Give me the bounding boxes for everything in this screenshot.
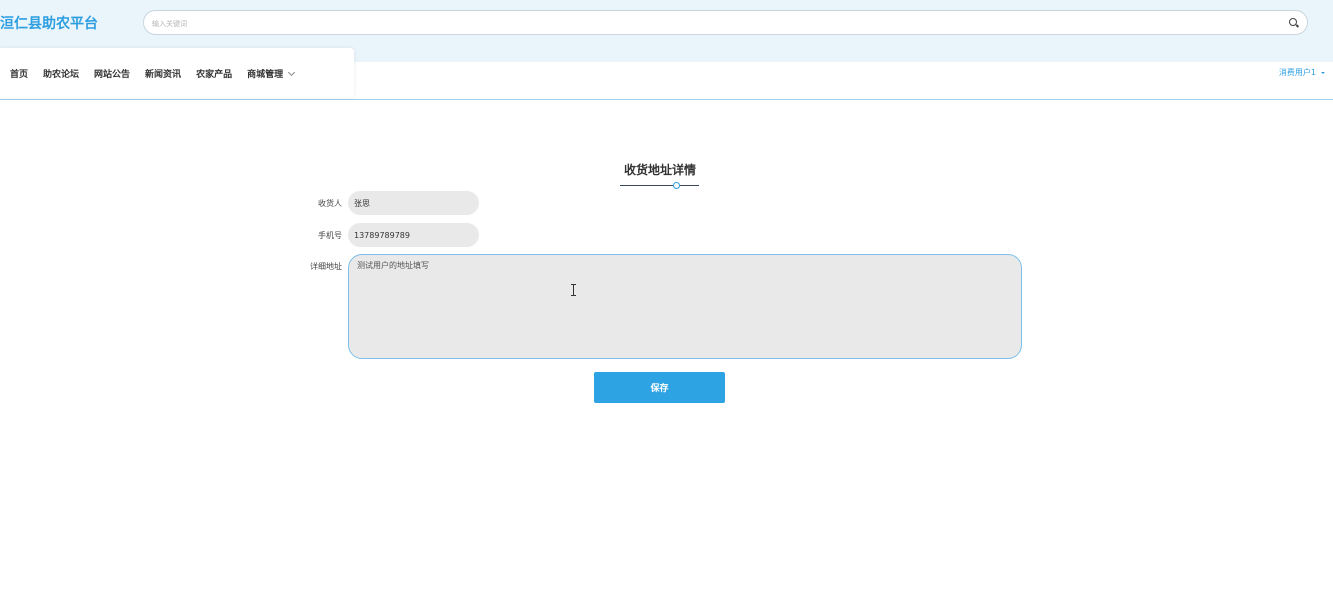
save-button[interactable]: 保存 (594, 372, 725, 403)
nav-item-forum[interactable]: 助农论坛 (43, 67, 79, 80)
title-underline (620, 185, 699, 186)
search-input[interactable] (150, 14, 1274, 34)
nav-item-news[interactable]: 新闻资讯 (145, 67, 181, 80)
site-logo[interactable]: 洹仁县助农平台 (0, 13, 98, 33)
title-dot-icon (673, 182, 680, 189)
nav-item-products[interactable]: 农家产品 (196, 67, 232, 80)
nav-item-announcements[interactable]: 网站公告 (94, 67, 130, 80)
user-menu[interactable]: 消费用户1 (1279, 67, 1325, 78)
nav-item-mall-management-label: 商城管理 (247, 70, 284, 80)
receiver-input[interactable] (348, 191, 479, 215)
phone-label: 手机号 (318, 231, 342, 240)
address-textarea[interactable]: 测试用户的地址填写 (348, 254, 1022, 359)
chevron-down-icon (288, 68, 296, 76)
address-label: 详细地址 (310, 262, 342, 271)
nav-item-mall-management[interactable]: 商城管理 (247, 67, 296, 80)
text-cursor-icon (570, 284, 577, 296)
phone-input[interactable] (348, 223, 479, 247)
user-name: 消费用户1 (1278, 68, 1316, 77)
page-title: 收货地址详情 (623, 163, 696, 177)
nav-item-home[interactable]: 首页 (10, 67, 28, 80)
receiver-label: 收货人 (318, 199, 342, 208)
caret-down-icon (1321, 71, 1325, 74)
search-icon[interactable] (1289, 18, 1297, 26)
search-bar (143, 10, 1308, 35)
nav-menu: 首页 助农论坛 网站公告 新闻资讯 农家产品 商城管理 (10, 67, 296, 80)
